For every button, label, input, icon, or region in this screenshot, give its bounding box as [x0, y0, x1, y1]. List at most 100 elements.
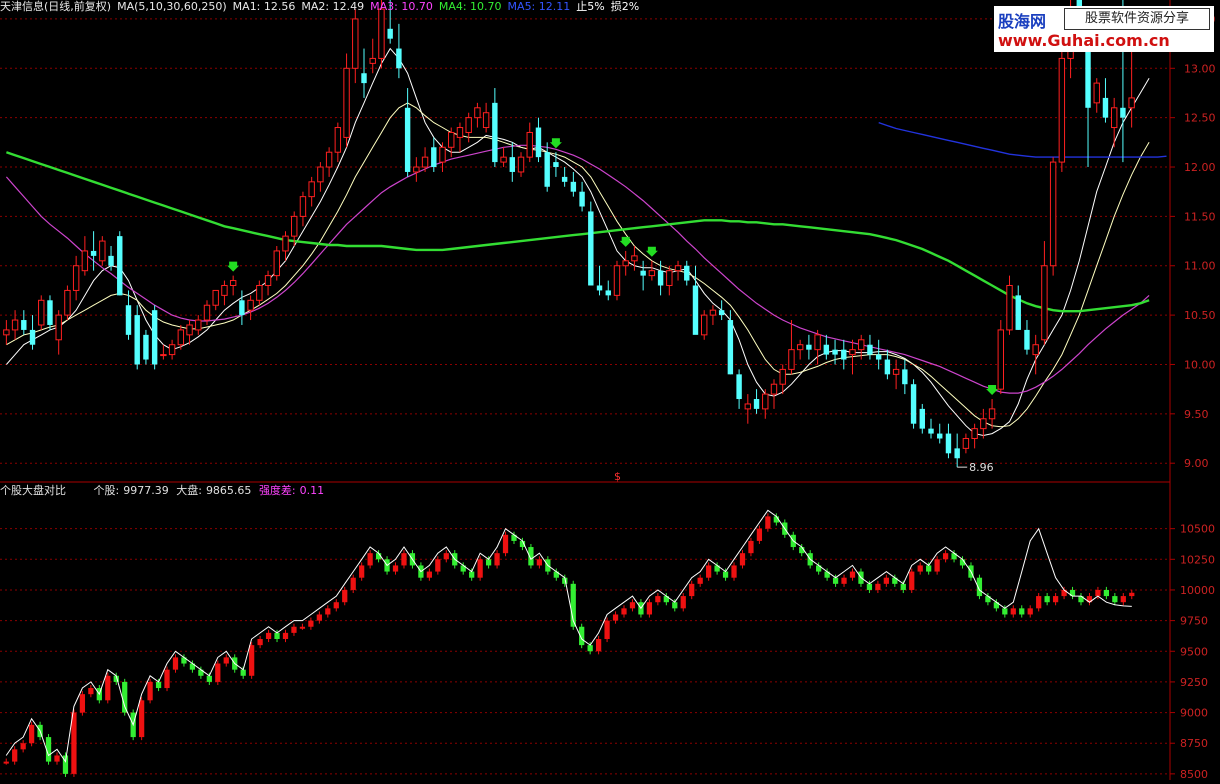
header-item-1: MA(5,10,30,60,250)	[117, 0, 227, 13]
top-candle-body	[29, 329, 36, 345]
sub-candle-body	[655, 596, 661, 603]
top-candle-body	[988, 408, 996, 420]
sub-tick-label: 9500	[1180, 645, 1208, 658]
sub-candle-body	[1036, 596, 1042, 609]
top-candle-body	[1102, 97, 1109, 118]
sub-candle-body	[12, 749, 18, 762]
top-candle-body	[3, 329, 10, 336]
top-candle-body	[666, 270, 673, 286]
top-candle-body	[1006, 284, 1013, 331]
top-candle-body	[640, 270, 646, 276]
sub-candle-body	[291, 626, 297, 633]
index-value: 9865.65	[205, 484, 252, 497]
top-candle-body	[1032, 344, 1039, 356]
sub-candle-body	[866, 583, 873, 590]
top-candle-body	[814, 334, 821, 351]
sub-candle-body	[443, 553, 449, 560]
sub-candle-body	[299, 626, 306, 629]
sub-candle-body	[536, 559, 543, 566]
sub-candle-body	[223, 657, 229, 664]
top-candle-body	[221, 284, 228, 296]
top-tick-label: 13.00	[1184, 62, 1216, 75]
top-candle-body	[605, 290, 611, 296]
top-candle-body	[203, 304, 211, 321]
buy-signal-arrow	[549, 138, 562, 149]
sub-candle-body	[942, 553, 949, 560]
sub-candle-body	[1129, 592, 1135, 597]
top-candle-body	[387, 28, 393, 39]
chart-header: 天津信息(日线,前复权) MA(5,10,30,60,250) MA1: 12.56…	[0, 0, 980, 14]
top-candle-body	[788, 349, 795, 370]
sub-candle-body	[672, 602, 678, 609]
top-candle-body	[526, 131, 533, 158]
header-item-3: MA2: 12.49	[301, 0, 365, 13]
top-candle-body	[134, 315, 140, 365]
sub-candle-body	[621, 608, 627, 615]
sub-candle-body	[832, 577, 839, 584]
sub-candle-body	[1010, 608, 1016, 615]
top-tick-label: 10.50	[1184, 309, 1216, 322]
top-candle-body	[439, 146, 446, 163]
sub-candle-body	[105, 675, 111, 701]
top-candle-body	[291, 215, 298, 237]
dollar-marker: $	[614, 470, 621, 483]
top-candle-body	[413, 166, 420, 173]
top-candle-body	[875, 354, 882, 360]
top-candle-body	[108, 255, 114, 266]
top-candle-body	[431, 147, 437, 168]
ma-line-1	[6, 47, 1150, 437]
sub-candle-body	[612, 614, 619, 621]
sub-candle-body	[139, 700, 145, 738]
sub-candle-body	[206, 675, 212, 682]
index-label: 大盘:	[176, 484, 202, 497]
sub-candle-body	[1112, 596, 1118, 603]
low-annotation-label: 8.96	[969, 461, 994, 474]
top-candle-body	[299, 196, 307, 217]
buy-signal-arrow	[227, 261, 240, 272]
watermark-logo: 股海网 股票软件资源分享 www.Guhai.com.cn	[994, 6, 1214, 52]
top-candle-body	[544, 152, 550, 187]
sub-candle-body	[79, 694, 86, 713]
top-candle-body	[264, 275, 272, 286]
top-candle-body	[884, 359, 891, 375]
sub-candle-body	[849, 571, 856, 578]
sub-candle-body	[689, 583, 695, 597]
sub-tick-label: 10250	[1180, 553, 1215, 566]
sub-candle-body	[1044, 596, 1050, 603]
top-candle-body	[867, 344, 873, 355]
sub-candle-body	[20, 743, 26, 750]
top-extras: 8.96 $	[227, 138, 999, 483]
sub-candle-body	[342, 589, 348, 603]
header-item-7: 止5%	[576, 0, 605, 13]
sub-candles	[3, 513, 1135, 777]
top-tick-label: 12.50	[1184, 112, 1216, 125]
sub-candle-body	[359, 565, 365, 578]
top-candle-body	[160, 354, 167, 357]
sub-candle-body	[646, 602, 653, 615]
top-candle-body	[674, 265, 682, 272]
top-candle-body	[482, 112, 490, 129]
sub-candle-body	[629, 602, 636, 609]
top-candle-body	[500, 156, 507, 163]
top-candle-body	[11, 319, 19, 331]
top-candle-body	[980, 418, 987, 430]
sub-candle-body	[28, 724, 35, 744]
top-candle-body	[55, 314, 62, 341]
chart-svg[interactable]: 8.96$ 13.5013.0012.5012.0011.5011.0010.5…	[0, 0, 1220, 781]
top-candle-body	[21, 320, 27, 330]
sub-tick-label: 10000	[1180, 584, 1215, 597]
strength-label: 强度差:	[258, 484, 296, 497]
sub-candle-body	[502, 534, 509, 554]
sub-candle-body	[3, 761, 9, 764]
sub-candle-body	[401, 553, 407, 566]
top-tick-label: 11.00	[1184, 260, 1216, 273]
sub-candle-body	[485, 559, 492, 566]
top-candle-body	[762, 393, 769, 410]
top-candle-body	[239, 300, 245, 316]
top-candle-body	[369, 57, 376, 64]
sub-candle-body	[265, 632, 272, 639]
top-candle-body	[448, 131, 455, 148]
sub-candle-body	[909, 571, 915, 590]
top-candle-body	[954, 448, 960, 459]
top-candle-body	[186, 324, 193, 336]
